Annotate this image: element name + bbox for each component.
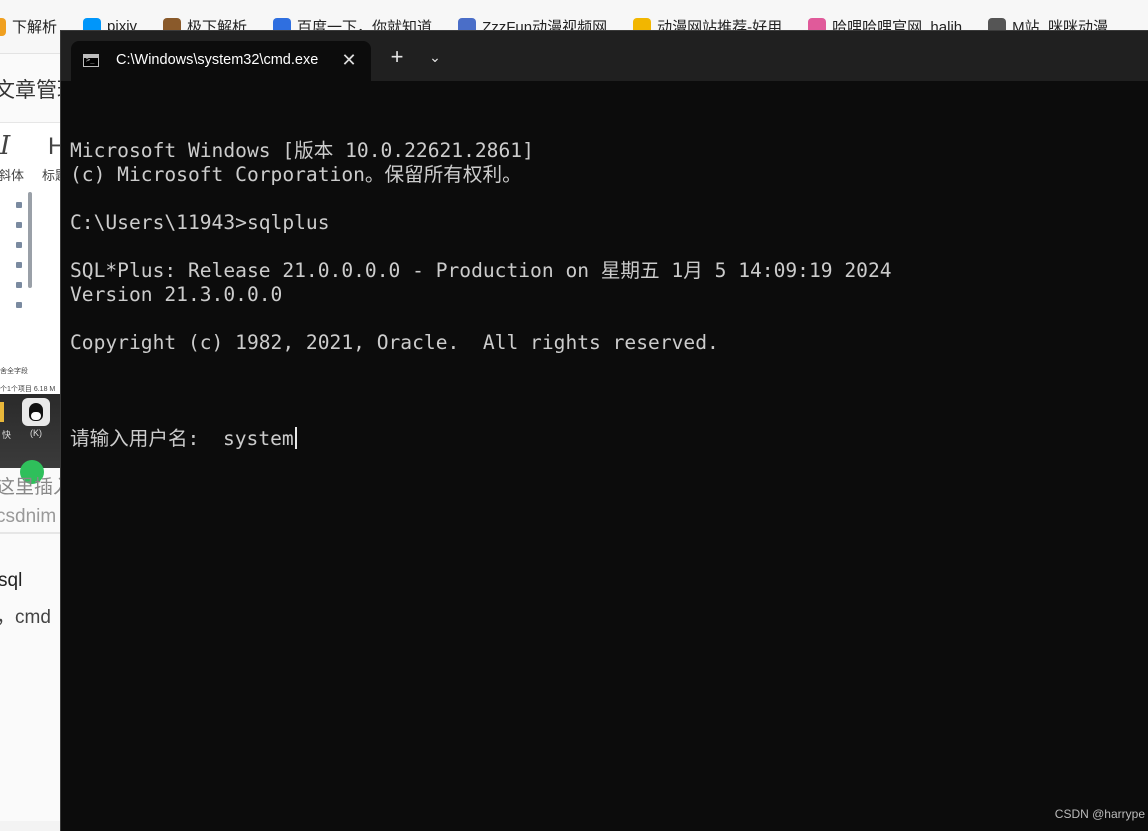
- pin-icon: [16, 222, 22, 228]
- pin-icon: [16, 242, 22, 248]
- console-line: (c) Microsoft Corporation。保留所有权利。: [70, 163, 522, 186]
- italic-button[interactable]: I: [0, 131, 10, 161]
- pin-icon: [16, 282, 22, 288]
- image-url-text: csdnim: [0, 506, 57, 527]
- divider: [0, 532, 62, 534]
- username-input[interactable]: system: [223, 427, 294, 450]
- thumbnail-status: 个1个项目 6.18 M: [0, 386, 56, 393]
- console-line: C:\Users\11943>sqlplus: [70, 211, 330, 234]
- tab-bar: C:\Windows\system32\cmd.exe ✕ + ⌄: [61, 31, 1148, 81]
- editor-background: 文章管理 I H 斜体 标题 舍全字段 个1个项目 6.18 M 快 (K) 这…: [0, 54, 62, 821]
- console-line: Copyright (c) 1982, 2021, Oracle. All ri…: [70, 331, 719, 354]
- scrollbar-thumb: [28, 192, 32, 288]
- editor-text-line: sql: [0, 570, 23, 591]
- qq-icon: [22, 398, 50, 426]
- parse-icon: [0, 17, 6, 36]
- bookmark-item[interactable]: 下解析: [0, 16, 57, 37]
- italic-label: 斜体: [0, 168, 25, 183]
- console-line: Version 21.3.0.0.0: [70, 283, 283, 306]
- console-line: Microsoft Windows [版本 10.0.22621.2861]: [70, 139, 534, 162]
- heading-label: 标题: [42, 168, 62, 183]
- console-line: SQL*Plus: Release 21.0.0.0.0 - Productio…: [70, 259, 892, 282]
- terminal-tab[interactable]: C:\Windows\system32\cmd.exe ✕: [71, 41, 371, 81]
- embedded-screenshot-thumbnail: 舍全字段 个1个项目 6.18 M: [0, 188, 61, 394]
- username-prompt: 请输入用户名:: [70, 427, 223, 450]
- console-output[interactable]: Microsoft Windows [版本 10.0.22621.2861] (c…: [70, 91, 1148, 499]
- tab-title: C:\Windows\system32\cmd.exe: [116, 52, 319, 68]
- chevron-down-icon[interactable]: ⌄: [421, 43, 449, 71]
- pin-icon: [16, 302, 22, 308]
- close-icon[interactable]: ✕: [335, 46, 363, 74]
- new-tab-button[interactable]: +: [383, 43, 411, 71]
- pin-icon: [16, 262, 22, 268]
- thumbnail-text: 舍全字段: [0, 368, 28, 375]
- cmd-icon: [83, 54, 99, 67]
- desktop-label: 快: [2, 430, 12, 440]
- pin-icon: [16, 202, 22, 208]
- insert-placeholder: 这里插入: [0, 477, 62, 498]
- console-input-line[interactable]: 请输入用户名: system: [70, 427, 1148, 451]
- bookmark-label: 下解析: [12, 19, 58, 36]
- text-cursor: [294, 427, 297, 449]
- editor-title: 文章管理: [0, 79, 62, 102]
- desktop-strip: 快 (K): [0, 394, 60, 484]
- folder-icon: [0, 402, 4, 422]
- terminal-window: C:\Windows\system32\cmd.exe ✕ + ⌄ Micros…: [60, 30, 1148, 831]
- editor-toolbar: I H 斜体 标题: [0, 122, 62, 190]
- watermark: CSDN @harrype: [1054, 807, 1145, 821]
- editor-text-line: ，cmd: [0, 607, 51, 628]
- desktop-label: (K): [30, 428, 42, 438]
